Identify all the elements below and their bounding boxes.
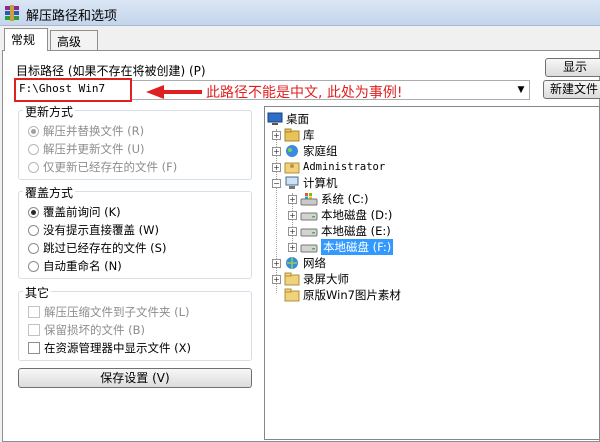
- expand-plus-icon[interactable]: +: [288, 226, 297, 236]
- network-icon: [286, 257, 298, 269]
- chevron-down-icon[interactable]: ▼: [513, 81, 529, 99]
- option-extract-update[interactable]: 解压并更新文件 (U): [28, 141, 145, 157]
- user-folder-icon: [284, 162, 300, 174]
- new-folder-button[interactable]: 新建文件: [543, 80, 600, 99]
- tree-node-network[interactable]: + 网络: [272, 255, 326, 271]
- tree-node-drive-d[interactable]: + 本地磁盘 (D:): [288, 207, 392, 223]
- folder-icon: [284, 288, 300, 302]
- disk-drive-icon: [300, 244, 318, 253]
- homegroup-icon: [286, 145, 298, 157]
- disk-drive-icon: [300, 228, 318, 237]
- option-skip-existing[interactable]: 跳过已经存在的文件 (S): [28, 240, 166, 256]
- destination-path-input[interactable]: F:\Ghost Win7: [14, 78, 132, 102]
- tree-node-homegroup[interactable]: + 家庭组: [272, 143, 338, 159]
- library-icon: [284, 128, 300, 142]
- save-settings-button[interactable]: 保存设置 (V): [18, 368, 252, 388]
- system-drive-icon: [300, 193, 318, 206]
- title-bar: 解压路径和选项: [0, 0, 600, 26]
- selected-node-label: 本地磁盘 (F:): [321, 239, 394, 255]
- window-title: 解压路径和选项: [26, 9, 118, 24]
- checkbox-icon[interactable]: [28, 324, 40, 336]
- option-extract-to-subfolder[interactable]: 解压压缩文件到子文件夹 (L): [28, 304, 190, 320]
- option-ask-before-overwrite[interactable]: 覆盖前询问 (K): [28, 204, 121, 220]
- annotation-text: 此路径不能是中文, 此处为事例!: [206, 85, 403, 101]
- radio-icon[interactable]: [28, 260, 39, 272]
- tree-node-computer[interactable]: − 计算机: [272, 175, 338, 191]
- update-mode-legend: 更新方式: [23, 103, 76, 120]
- expand-plus-icon[interactable]: +: [272, 130, 281, 140]
- computer-icon: [285, 176, 299, 189]
- radio-icon[interactable]: [28, 206, 39, 218]
- collapse-minus-icon[interactable]: −: [272, 178, 281, 188]
- tree-node-drive-f[interactable]: + 本地磁盘 (F:): [288, 239, 394, 255]
- tab-advanced-label: 高级: [57, 35, 82, 49]
- overwrite-mode-legend: 覆盖方式: [23, 184, 76, 201]
- radio-icon[interactable]: [28, 125, 39, 137]
- folder-icon: [284, 272, 300, 286]
- radio-icon[interactable]: [28, 224, 39, 236]
- tree-node-recorder[interactable]: + 录屏大师: [272, 271, 349, 287]
- tree-node-drive-c[interactable]: + 系统 (C:): [288, 191, 369, 207]
- display-button[interactable]: 显示: [545, 58, 600, 77]
- destination-path-label: 目标路径 (如果不存在将被创建) (P): [16, 64, 206, 78]
- expand-plus-icon[interactable]: +: [272, 274, 281, 284]
- expand-plus-icon[interactable]: +: [272, 162, 281, 172]
- option-keep-broken[interactable]: 保留损坏的文件 (B): [28, 322, 145, 338]
- radio-icon[interactable]: [28, 242, 39, 254]
- radio-icon[interactable]: [28, 143, 39, 155]
- misc-legend: 其它: [23, 284, 52, 301]
- expand-plus-icon[interactable]: +: [272, 146, 281, 156]
- tab-general[interactable]: 常规: [4, 28, 48, 51]
- option-overwrite-without-prompt[interactable]: 没有提示直接覆盖 (W): [28, 222, 159, 238]
- option-update-existing[interactable]: 仅更新已经存在的文件 (F): [28, 159, 177, 175]
- desktop-icon: [267, 112, 283, 125]
- folder-tree[interactable]: 桌面 + 库 + 家庭组 + Administrator − 计算机 + 系统 …: [264, 106, 600, 440]
- disk-drive-icon: [300, 212, 318, 221]
- expand-plus-icon[interactable]: +: [288, 194, 297, 204]
- radio-icon[interactable]: [28, 161, 39, 173]
- tree-node-drive-e[interactable]: + 本地磁盘 (E:): [288, 223, 391, 239]
- tab-general-label: 常规: [11, 33, 36, 47]
- tree-node-library[interactable]: + 库: [272, 127, 315, 143]
- expand-plus-icon[interactable]: +: [288, 210, 297, 220]
- arrow-left-icon: [146, 85, 202, 99]
- expand-plus-icon[interactable]: +: [288, 242, 297, 252]
- winrar-icon: [5, 5, 19, 21]
- checkbox-icon[interactable]: [28, 342, 40, 354]
- tree-node-administrator[interactable]: + Administrator: [272, 159, 385, 175]
- tab-advanced[interactable]: 高级: [50, 30, 98, 50]
- expand-plus-icon[interactable]: +: [272, 258, 281, 268]
- tree-node-images[interactable]: 原版Win7图片素材: [284, 287, 401, 303]
- checkbox-icon[interactable]: [28, 306, 40, 318]
- option-extract-replace[interactable]: 解压并替换文件 (R): [28, 123, 144, 139]
- tree-node-desktop[interactable]: 桌面: [267, 111, 309, 127]
- option-show-in-explorer[interactable]: 在资源管理器中显示文件 (X): [28, 340, 191, 356]
- option-auto-rename[interactable]: 自动重命名 (N): [28, 258, 122, 274]
